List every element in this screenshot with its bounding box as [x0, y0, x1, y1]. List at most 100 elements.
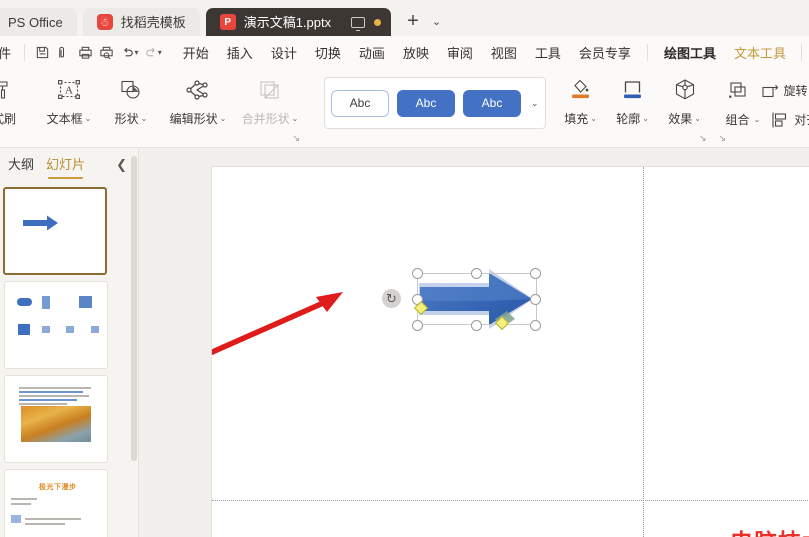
tab-docer-template[interactable]: ☃ 找稻壳模板: [82, 8, 200, 36]
tab-outline[interactable]: 大纲: [8, 154, 34, 175]
save-as-icon[interactable]: [53, 40, 74, 64]
menu-item-slideshow[interactable]: 放映: [394, 40, 438, 64]
outline-label-wrap: 轮廓 ⌄: [616, 110, 649, 127]
arrange-dialog-launcher-icon[interactable]: ↘: [719, 133, 727, 144]
arrange-grid: 旋转 ⌄ 组合 ⌄: [723, 68, 809, 133]
save-icon[interactable]: [32, 40, 53, 64]
chevron-down-icon[interactable]: ⌄: [754, 115, 761, 124]
shape-format-dialog-launcher-icon[interactable]: ↘: [699, 133, 707, 144]
edit-shape-button[interactable]: 编辑形状 ⌄: [162, 68, 234, 138]
shape-style-chip-1[interactable]: Abc: [331, 89, 389, 117]
resize-handle-s[interactable]: [471, 320, 482, 331]
divider: [800, 43, 802, 61]
edit-shape-label: 编辑形状: [169, 112, 218, 126]
thumb-blob: [42, 296, 50, 309]
context-tab-drawing-tools[interactable]: 绘图工具: [655, 40, 725, 64]
navigator-tabs: 大纲 幻灯片 ❮: [0, 148, 139, 181]
resize-handle-nw[interactable]: [412, 268, 423, 279]
resize-handle-n[interactable]: [471, 268, 482, 279]
slide-thumbnail-4[interactable]: 极光下漫步: [4, 469, 108, 537]
ribbon-group-insert-shapes: A 文本框 ⌄ 形状 ⌄ 编辑形状 ⌄ 合并形状 ⌄ ↘: [38, 68, 306, 146]
thumb-text-line: [19, 395, 89, 397]
format-painter-icon: [0, 75, 15, 105]
outline-icon: [620, 75, 646, 105]
thumb-blob: [42, 326, 50, 333]
tab-actions: [351, 16, 382, 31]
chevron-left-icon[interactable]: ❮: [116, 157, 127, 173]
slide-canvas-area[interactable]: ↻ 破解网 www.x27.com 电脑技术网 www.tagxp.com TA…: [139, 148, 809, 537]
tab-label: 演示文稿1.pptx: [243, 14, 332, 30]
chevron-down-icon[interactable]: ⌄: [590, 114, 597, 123]
wps-office-home-tab[interactable]: PS Office: [0, 8, 77, 36]
menu-item-insert[interactable]: 插入: [218, 40, 262, 64]
thumb-text-line: [19, 403, 67, 405]
customize-quick-access-caret-icon[interactable]: ▾: [158, 48, 162, 57]
chevron-down-icon[interactable]: ⌄: [220, 114, 227, 123]
chevron-down-icon[interactable]: ⌄: [642, 114, 649, 123]
effects-label-wrap: 效果 ⌄: [668, 110, 701, 127]
menu-item-review[interactable]: 审阅: [438, 40, 482, 64]
chevron-down-icon[interactable]: ⌄: [292, 114, 299, 123]
rotate-handle-icon[interactable]: ↻: [382, 289, 401, 308]
textbox-button[interactable]: A 文本框 ⌄: [38, 68, 100, 138]
menu-item-animation[interactable]: 动画: [350, 40, 394, 64]
format-painter-button[interactable]: 式刷: [0, 68, 30, 138]
resize-handle-e[interactable]: [530, 294, 541, 305]
svg-text:A: A: [65, 85, 73, 97]
resize-handle-sw[interactable]: [412, 320, 423, 331]
chevron-down-icon[interactable]: ⌄: [141, 114, 148, 123]
menu-item-member-exclusive[interactable]: 会员专享: [570, 40, 640, 64]
shape-style-expand-icon[interactable]: ⌄: [529, 98, 539, 109]
present-monitor-icon[interactable]: [351, 16, 366, 31]
group-shapes-icon-cell[interactable]: [723, 80, 757, 102]
insert-shapes-dialog-launcher-icon[interactable]: ↘: [292, 133, 300, 144]
resize-handle-se[interactable]: [530, 320, 541, 331]
menu-item-transition[interactable]: 切换: [306, 40, 350, 64]
fill-icon: [568, 75, 594, 105]
chevron-down-icon[interactable]: ⌄: [694, 114, 701, 123]
outline-button[interactable]: 轮廓 ⌄: [607, 68, 659, 138]
shapes-label-wrap: 形状 ⌄: [115, 110, 148, 127]
edit-shape-label-wrap: 编辑形状 ⌄: [170, 110, 227, 127]
effects-button[interactable]: 效果 ⌄: [659, 68, 711, 138]
slide-thumbnail-list[interactable]: 极光下漫步: [0, 181, 139, 537]
print-preview-icon[interactable]: [96, 40, 117, 64]
chevron-down-icon[interactable]: ⌄: [85, 114, 92, 123]
slide-thumbnail-1[interactable]: [3, 187, 107, 275]
slide-thumbnail-2[interactable]: [4, 281, 108, 369]
undo-caret-icon[interactable]: ▾: [134, 48, 138, 57]
rotate-button[interactable]: 旋转 ⌄: [757, 81, 809, 101]
align-button[interactable]: 对齐 ⌄: [767, 110, 809, 130]
resize-handle-ne[interactable]: [530, 268, 541, 279]
menu-item-view[interactable]: 视图: [482, 40, 526, 64]
menu-item-design[interactable]: 设计: [262, 40, 306, 64]
fill-button[interactable]: 填充 ⌄: [555, 68, 607, 138]
group-button[interactable]: 组合 ⌄: [723, 111, 768, 128]
shape-style-chip-3[interactable]: Abc: [463, 89, 521, 117]
thumb-blob: [79, 296, 92, 308]
outline-label: 轮廓: [616, 112, 641, 126]
tab-slides[interactable]: 幻灯片: [46, 154, 85, 179]
thumbnail-scrollbar[interactable]: [131, 156, 137, 461]
menu-item-tools[interactable]: 工具: [526, 40, 570, 64]
docer-icon: ☃: [96, 14, 113, 30]
shapes-button[interactable]: 形状 ⌄: [100, 68, 162, 138]
new-tab-button[interactable]: +: [407, 11, 419, 31]
textbox-icon: A: [56, 75, 82, 105]
group-label: 组合: [725, 113, 750, 127]
ribbon-group-clipboard: 式刷: [0, 68, 30, 146]
merge-shapes-button[interactable]: 合并形状 ⌄: [234, 68, 306, 138]
wps-office-label: PS Office: [8, 14, 63, 30]
file-menu-button[interactable]: 件: [0, 43, 17, 62]
tab-presentation1-pptx[interactable]: P 演示文稿1.pptx: [205, 8, 392, 36]
slide-editing-surface[interactable]: ↻ 破解网 www.x27.com 电脑技术网 www.tagxp.com TA…: [212, 167, 809, 537]
tab-list-caret-icon[interactable]: ⌄: [432, 15, 441, 28]
unsaved-dot-icon: [374, 18, 382, 26]
slide-thumbnail-3[interactable]: [4, 375, 108, 463]
context-tab-text-tools[interactable]: 文本工具: [725, 40, 795, 64]
menu-item-start[interactable]: 开始: [174, 40, 218, 64]
shape-style-chip-2[interactable]: Abc: [397, 89, 455, 117]
print-icon[interactable]: [75, 40, 96, 64]
thumb-text-line: [11, 498, 37, 500]
selected-shape-container[interactable]: ↻: [382, 265, 541, 333]
